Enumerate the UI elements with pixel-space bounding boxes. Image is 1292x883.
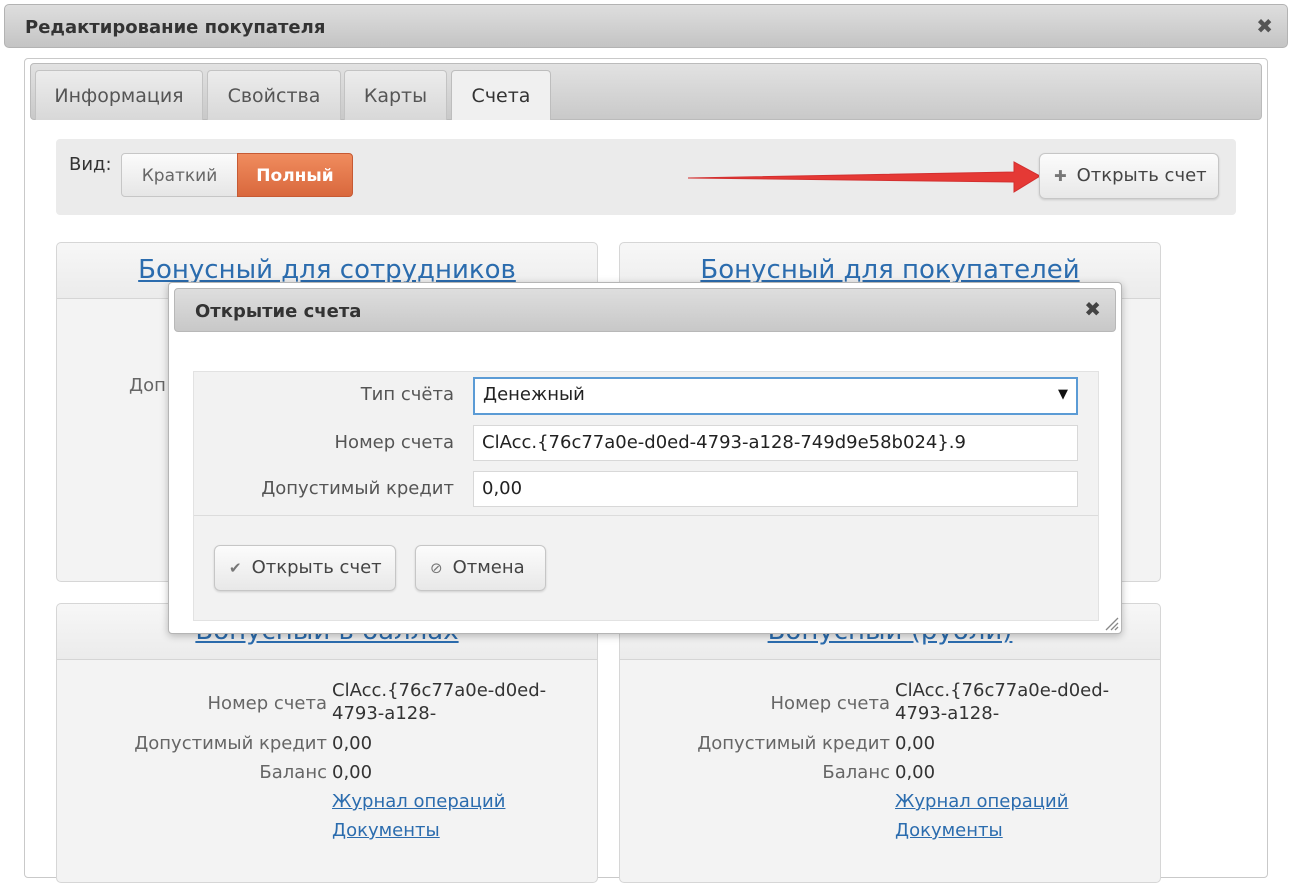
confirm-open-account-button[interactable]: ✔ Открыть счет	[214, 545, 396, 591]
account-card: Бонусный в баллах Номер счета ClAcc.{76c…	[56, 603, 598, 883]
account-number-label: Номер счета	[770, 693, 890, 714]
tab-accounts[interactable]: Счета	[451, 70, 551, 120]
cancel-icon: ⊘	[430, 559, 443, 577]
balance-value: 0,00	[332, 762, 373, 783]
window-title: Редактирование покупателя	[25, 17, 326, 38]
close-icon[interactable]: ✖	[1256, 16, 1273, 36]
close-icon[interactable]: ✖	[1084, 299, 1101, 319]
form-divider	[194, 515, 1098, 516]
tab-properties[interactable]: Свойства	[207, 70, 341, 120]
account-type-select[interactable]: Денежный ▼	[473, 377, 1078, 415]
view-short-button[interactable]: Краткий	[121, 153, 238, 197]
documents-link[interactable]: Документы	[332, 820, 440, 841]
window-title-bar: Редактирование покупателя ✖	[4, 4, 1288, 48]
account-number-value: ClAcc.{76c77a0e-d0ed-	[895, 680, 1110, 701]
cancel-button[interactable]: ⊘ Отмена	[415, 545, 546, 591]
credit-label: Допустимый кредит	[697, 733, 890, 754]
caret-down-icon: ▼	[1058, 387, 1068, 402]
open-account-dialog: Открытие счета ✖ Тип счёта Денежный ▼ Но…	[168, 282, 1122, 634]
balance-label: Баланс	[822, 762, 890, 783]
credit-value: 0,00	[332, 733, 373, 754]
view-full-button[interactable]: Полный	[237, 153, 353, 197]
credit-label-partial: Доп	[129, 375, 166, 396]
dialog-title: Открытие счета	[195, 301, 362, 322]
view-label: Вид:	[69, 154, 112, 175]
credit-label: Допустимый кредит	[134, 733, 327, 754]
account-number-label: Номер счета	[334, 432, 454, 453]
balance-label: Баланс	[259, 762, 327, 783]
tab-information[interactable]: Информация	[35, 70, 203, 120]
arrow-annotation	[687, 161, 1042, 193]
balance-value: 0,00	[895, 762, 936, 783]
account-number-value-cont: 4793-a128-	[895, 703, 1000, 724]
check-icon: ✔	[229, 559, 242, 577]
credit-value: 0,00	[895, 733, 936, 754]
open-account-form: Тип счёта Денежный ▼ Номер счета ClAcc.{…	[193, 371, 1099, 621]
account-number-input[interactable]: ClAcc.{76c77a0e-d0ed-4793-a128-749d9e58b…	[473, 425, 1078, 461]
credit-input[interactable]: 0,00	[473, 471, 1078, 507]
documents-link[interactable]: Документы	[895, 820, 1003, 841]
tab-cards[interactable]: Карты	[344, 70, 447, 120]
journal-link[interactable]: Журнал операций	[895, 791, 1068, 812]
credit-label: Допустимый кредит	[261, 478, 454, 499]
account-card: Бонусный (рубли) Номер счета ClAcc.{76c7…	[619, 603, 1161, 883]
open-account-button[interactable]: ✚ Открыть счет	[1039, 153, 1219, 199]
plus-icon: ✚	[1054, 167, 1067, 185]
account-title-link[interactable]: Бонусный для покупателей	[620, 255, 1160, 285]
account-title-link[interactable]: Бонусный для сотрудников	[57, 255, 597, 285]
resize-grip-icon[interactable]	[1103, 615, 1119, 631]
dialog-title-bar: Открытие счета ✖	[174, 288, 1116, 332]
account-type-label: Тип счёта	[360, 384, 454, 405]
account-number-value-cont: 4793-a128-	[332, 703, 437, 724]
account-number-label: Номер счета	[207, 693, 327, 714]
journal-link[interactable]: Журнал операций	[332, 791, 505, 812]
account-number-value: ClAcc.{76c77a0e-d0ed-	[332, 680, 547, 701]
